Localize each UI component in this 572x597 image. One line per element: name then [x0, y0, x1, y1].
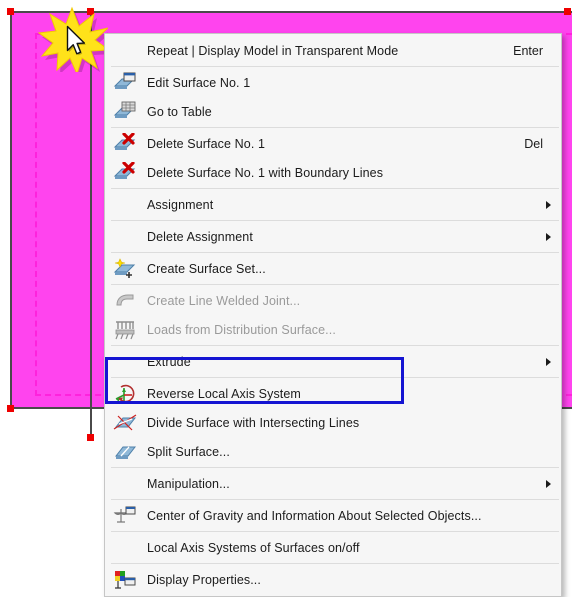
surface-context-menu[interactable]: Repeat | Display Model in Transparent Mo… [104, 33, 562, 597]
menu-item-assignment[interactable]: Assignment [105, 190, 561, 219]
surface-set-add-icon [111, 258, 139, 280]
display-properties-icon [111, 569, 139, 591]
menu-item-repeat[interactable]: Repeat | Display Model in Transparent Mo… [105, 36, 561, 65]
menu-item-label: Reverse Local Axis System [147, 386, 301, 401]
menu-item-edit-surface[interactable]: Edit Surface No. 1 [105, 68, 561, 97]
menu-separator [111, 66, 559, 67]
menu-icon-placeholder [111, 194, 139, 216]
menu-separator [111, 127, 559, 128]
menu-item-delete-surface-lines[interactable]: Delete Surface No. 1 with Boundary Lines [105, 158, 561, 187]
submenu-arrow-icon [546, 357, 551, 366]
menu-icon-placeholder [111, 351, 139, 373]
menu-item-label: Manipulation... [147, 476, 230, 491]
submenu-arrow-icon [546, 232, 551, 241]
menu-item-label: Assignment [147, 197, 214, 212]
menu-item-split-surface[interactable]: Split Surface... [105, 437, 561, 466]
load-distribution-icon [111, 319, 139, 341]
menu-separator [111, 377, 559, 378]
submenu-arrow-icon [546, 200, 551, 209]
menu-item-label: Divide Surface with Intersecting Lines [147, 415, 360, 430]
node-point[interactable] [87, 8, 94, 15]
node-point[interactable] [87, 434, 94, 441]
menu-item-shortcut: Del [524, 136, 543, 151]
menu-item-label: Delete Assignment [147, 229, 253, 244]
menu-item-label: Create Surface Set... [147, 261, 266, 276]
surface-divide-icon [111, 412, 139, 434]
menu-item-shortcut: Enter [513, 43, 543, 58]
surface-edit-icon [111, 72, 139, 94]
menu-item-local-axis-systems[interactable]: Local Axis Systems of Surfaces on/off [105, 533, 561, 562]
menu-item-label: Repeat | Display Model in Transparent Mo… [147, 43, 399, 58]
menu-item-reverse-local-axis[interactable]: Reverse Local Axis System [105, 379, 561, 408]
menu-icon-placeholder [111, 473, 139, 495]
menu-item-go-to-table[interactable]: Go to Table [105, 97, 561, 126]
surface-split-icon [111, 441, 139, 463]
balance-scale-icon [111, 505, 139, 527]
menu-item-delete-assignment[interactable]: Delete Assignment [105, 222, 561, 251]
menu-item-label: Delete Surface No. 1 [147, 136, 266, 151]
menu-item-manipulation[interactable]: Manipulation... [105, 469, 561, 498]
menu-item-label: Center of Gravity and Information About … [147, 508, 482, 523]
surface-edge-left [10, 11, 12, 409]
menu-separator [111, 467, 559, 468]
submenu-arrow-icon [546, 479, 551, 488]
menu-item-label: Delete Surface No. 1 with Boundary Lines [147, 165, 384, 180]
menu-icon-placeholder [111, 40, 139, 62]
axis-reverse-icon [111, 383, 139, 405]
menu-item-label: Extrude [147, 354, 191, 369]
menu-item-display-properties[interactable]: Display Properties... [105, 565, 561, 594]
menu-item-loads-distribution: Loads from Distribution Surface... [105, 315, 561, 344]
menu-separator [111, 563, 559, 564]
menu-separator [111, 499, 559, 500]
menu-item-label: Loads from Distribution Surface... [147, 322, 336, 337]
menu-item-label: Go to Table [147, 104, 212, 119]
menu-icon-placeholder [111, 226, 139, 248]
menu-item-label: Display Properties... [147, 572, 261, 587]
menu-separator [111, 188, 559, 189]
menu-item-label: Create Line Welded Joint... [147, 293, 301, 308]
menu-separator [111, 220, 559, 221]
menu-separator [111, 345, 559, 346]
surface-edge-top [11, 11, 572, 13]
menu-item-label: Local Axis Systems of Surfaces on/off [147, 540, 360, 555]
surface-edge-member [90, 11, 92, 438]
menu-item-center-of-gravity[interactable]: Center of Gravity and Information About … [105, 501, 561, 530]
menu-separator [111, 284, 559, 285]
menu-item-create-line-welded: Create Line Welded Joint... [105, 286, 561, 315]
menu-separator [111, 252, 559, 253]
menu-item-label: Edit Surface No. 1 [147, 75, 251, 90]
menu-item-delete-surface[interactable]: Delete Surface No. 1 Del [105, 129, 561, 158]
menu-separator [111, 531, 559, 532]
menu-item-label: Split Surface... [147, 444, 230, 459]
node-point[interactable] [564, 8, 571, 15]
node-point[interactable] [7, 405, 14, 412]
menu-item-divide-surface[interactable]: Divide Surface with Intersecting Lines [105, 408, 561, 437]
surface-table-icon [111, 101, 139, 123]
menu-icon-placeholder [111, 537, 139, 559]
welded-joint-icon [111, 290, 139, 312]
menu-item-create-surface-set[interactable]: Create Surface Set... [105, 254, 561, 283]
surface-delete-icon [111, 133, 139, 155]
node-point[interactable] [7, 8, 14, 15]
surface-delete-icon [111, 162, 139, 184]
menu-item-extrude[interactable]: Extrude [105, 347, 561, 376]
